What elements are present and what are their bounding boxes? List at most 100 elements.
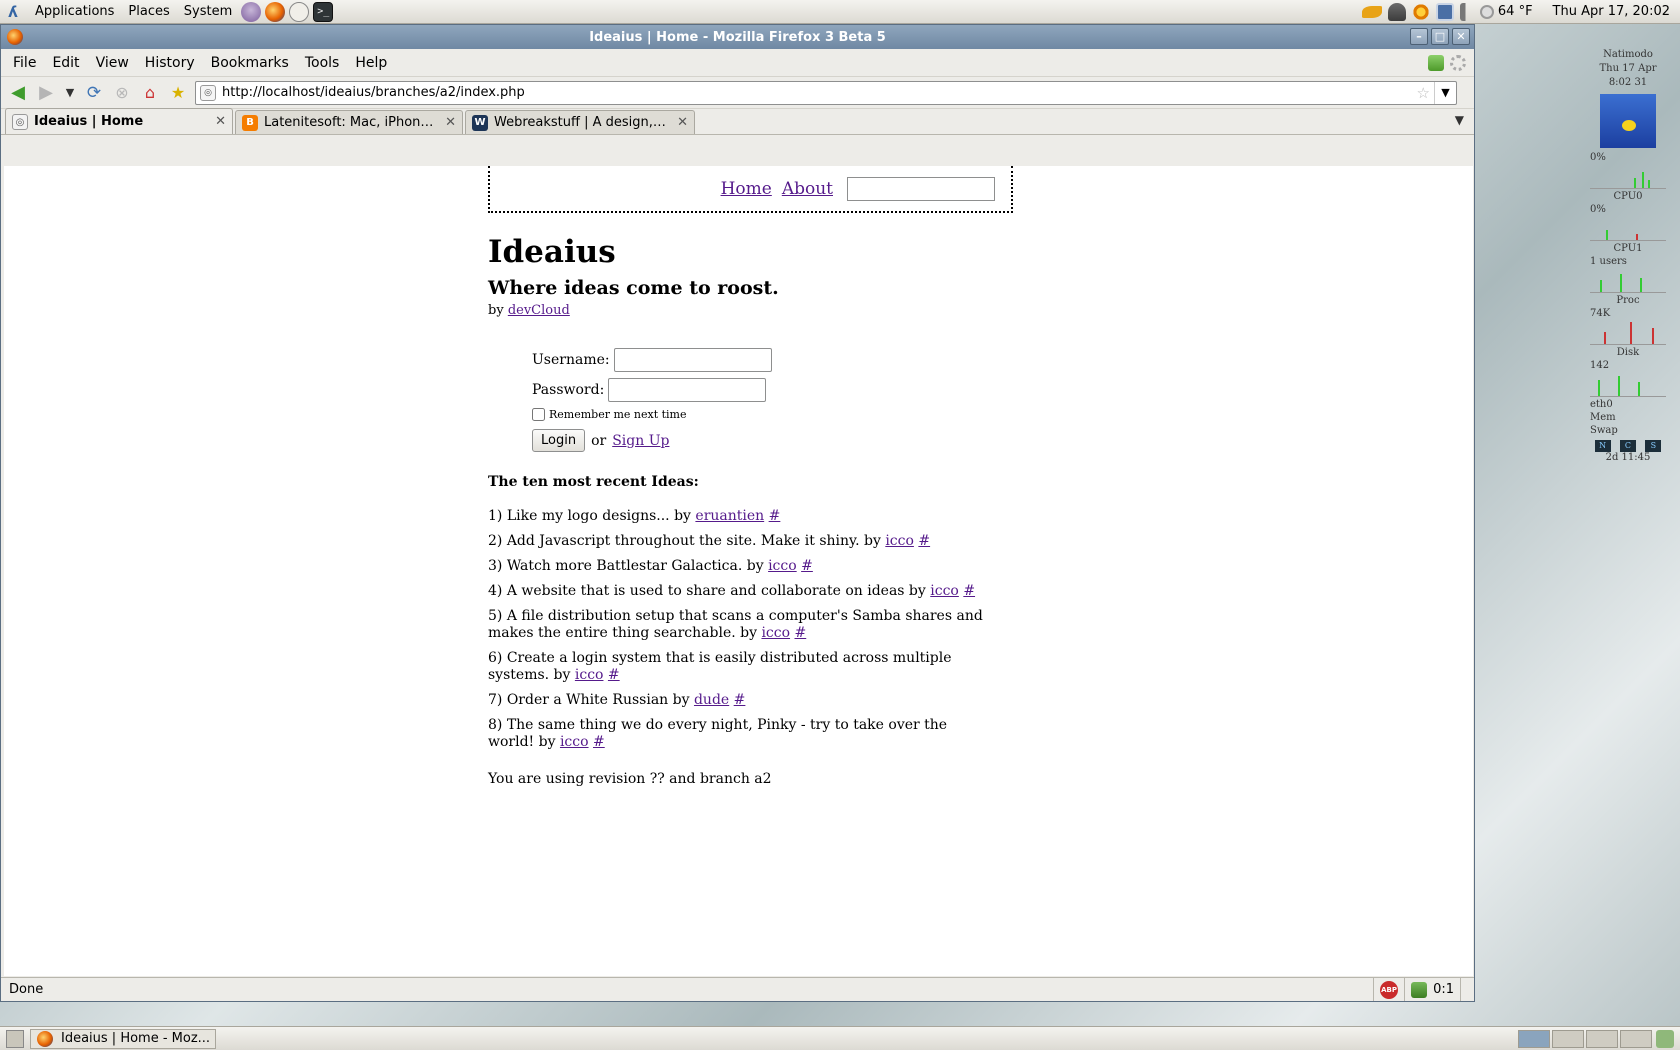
places-menu[interactable]: Places	[121, 4, 176, 19]
gnome-foot-icon[interactable]: ʎ	[4, 3, 22, 21]
graph-bar	[1604, 332, 1606, 344]
workspace-1[interactable]	[1518, 1029, 1550, 1048]
workspace-2[interactable]	[1552, 1029, 1584, 1048]
idea-permalink[interactable]: #	[918, 533, 930, 549]
remember-row: Remember me next time	[532, 408, 1013, 421]
remember-checkbox[interactable]	[532, 408, 545, 421]
adblock-panel[interactable]: ABP	[1373, 978, 1404, 1001]
resize-grip[interactable]	[1460, 978, 1474, 1001]
webreakstuff-favicon-icon: W	[472, 114, 488, 131]
menu-tools[interactable]: Tools	[297, 55, 348, 71]
idea-item: 5) A file distribution setup that scans …	[488, 608, 988, 642]
close-window-button[interactable]: ✕	[1452, 28, 1470, 45]
maximize-button[interactable]: □	[1431, 28, 1449, 45]
idea-permalink[interactable]: #	[734, 692, 746, 708]
adblock-icon[interactable]: ABP	[1380, 980, 1399, 999]
idea-author-link[interactable]: icco	[560, 734, 589, 750]
idea-item: 8) The same thing we do every night, Pin…	[488, 717, 988, 751]
stop-button[interactable]: ⊗	[111, 82, 133, 104]
url-dropdown-button[interactable]: ▼	[1434, 81, 1456, 104]
bookmark-star-toolbar-icon[interactable]: ★	[167, 82, 189, 104]
firefox-launcher-icon[interactable]	[265, 1, 286, 22]
idea-text: 6) Create a login system that is easily …	[488, 650, 952, 683]
idea-permalink[interactable]: #	[963, 583, 975, 599]
download-status-icon[interactable]	[1428, 55, 1444, 71]
window-titlebar[interactable]: Ideaius | Home - Mozilla Firefox 3 Beta …	[1, 25, 1474, 49]
forward-button[interactable]: ▶	[35, 82, 57, 104]
password-input[interactable]	[608, 378, 767, 402]
system-menu[interactable]: System	[177, 4, 239, 19]
show-desktop-icon[interactable]	[6, 1029, 24, 1048]
menu-help[interactable]: Help	[347, 55, 395, 71]
pidgin-launcher-icon[interactable]	[241, 1, 262, 22]
nav-home-link[interactable]: Home	[721, 179, 772, 199]
idea-author-link[interactable]: dude	[694, 692, 729, 708]
users-count: 1 users	[1590, 256, 1627, 267]
trash-icon[interactable]	[1656, 1029, 1674, 1048]
ideas-heading: The ten most recent Ideas:	[488, 474, 699, 490]
history-dropdown-button[interactable]: ▼	[63, 82, 77, 104]
tab-webreakstuff[interactable]: W Webreakstuff | A design, de... ✕	[465, 110, 695, 134]
workspace-4[interactable]	[1620, 1029, 1652, 1048]
panel-clock[interactable]: Thu Apr 17, 20:02	[1553, 4, 1670, 19]
tab-ideaius[interactable]: ◎ Ideaius | Home ✕	[5, 108, 233, 134]
terminal-launcher-icon[interactable]: >_	[313, 1, 334, 22]
volume-icon[interactable]	[1459, 2, 1474, 21]
idea-author-link[interactable]: eruantien	[695, 508, 764, 524]
reload-button[interactable]: ⟳	[83, 82, 105, 104]
applications-menu[interactable]: Applications	[28, 4, 121, 19]
chip-n: N	[1594, 440, 1611, 452]
tab-latenitesoft[interactable]: B Latenitesoft: Mac, iPhone a... ✕	[235, 110, 463, 134]
tab-list-dropdown-icon[interactable]: ▼	[1455, 113, 1464, 127]
idea-permalink[interactable]: #	[593, 734, 605, 750]
desklet-date: Thu 17 Apr	[1599, 63, 1657, 74]
keyring-icon[interactable]	[1361, 5, 1382, 18]
idea-author-link[interactable]: icco	[761, 625, 790, 641]
firefox-window-icon[interactable]	[7, 29, 23, 45]
close-tab-icon[interactable]: ✕	[215, 114, 226, 129]
taskbar-firefox-button[interactable]: Ideaius | Home - Moz...	[30, 1028, 216, 1049]
weather-applet[interactable]: 64 °F	[1479, 4, 1533, 19]
url-bar[interactable]: ◎ ☆ ▼	[195, 80, 1457, 105]
idea-author-link[interactable]: icco	[885, 533, 914, 549]
update-notifier-icon[interactable]	[1411, 2, 1430, 21]
nav-about-link[interactable]: About	[782, 179, 833, 199]
menu-bookmarks[interactable]: Bookmarks	[203, 55, 297, 71]
workspace-3[interactable]	[1586, 1029, 1618, 1048]
idea-author-link[interactable]: icco	[930, 583, 959, 599]
users-icon[interactable]	[1387, 2, 1406, 21]
site-search-input[interactable]	[847, 176, 995, 201]
menu-view[interactable]: View	[88, 55, 137, 71]
idea-author-link[interactable]: icco	[575, 667, 604, 683]
author-link[interactable]: devCloud	[508, 303, 570, 318]
username-label: Username:	[532, 352, 610, 368]
counter-panel[interactable]: 0:1	[1404, 978, 1460, 1001]
username-input[interactable]	[613, 348, 772, 372]
idea-permalink[interactable]: #	[769, 508, 781, 524]
idea-author-link[interactable]: icco	[768, 558, 797, 574]
graph-bar	[1638, 382, 1640, 396]
network-icon[interactable]	[1435, 2, 1454, 21]
close-tab-icon[interactable]: ✕	[445, 115, 456, 130]
home-button[interactable]: ⌂	[139, 82, 161, 104]
status-text: Done	[9, 982, 44, 997]
close-tab-icon[interactable]: ✕	[677, 115, 688, 130]
idea-permalink[interactable]: #	[801, 558, 813, 574]
site-identity-icon[interactable]: ◎	[200, 84, 216, 101]
temperature-text: 64 °F	[1497, 4, 1533, 19]
bookmark-star-icon[interactable]: ☆	[1413, 84, 1434, 102]
back-button[interactable]: ◀	[7, 82, 29, 104]
greasemonkey-icon[interactable]	[1411, 981, 1428, 998]
signup-link[interactable]: Sign Up	[612, 433, 669, 449]
login-button[interactable]: Login	[532, 429, 586, 452]
mail-launcher-icon[interactable]	[289, 1, 310, 22]
idea-item: 4) A website that is used to share and c…	[488, 583, 988, 600]
idea-permalink[interactable]: #	[608, 667, 620, 683]
idea-permalink[interactable]: #	[795, 625, 807, 641]
menu-edit[interactable]: Edit	[44, 55, 87, 71]
url-input[interactable]	[222, 82, 1413, 103]
minimize-button[interactable]: –	[1410, 28, 1428, 45]
menu-history[interactable]: History	[137, 55, 203, 71]
menu-file[interactable]: File	[5, 55, 44, 71]
graph-bar	[1642, 172, 1644, 188]
